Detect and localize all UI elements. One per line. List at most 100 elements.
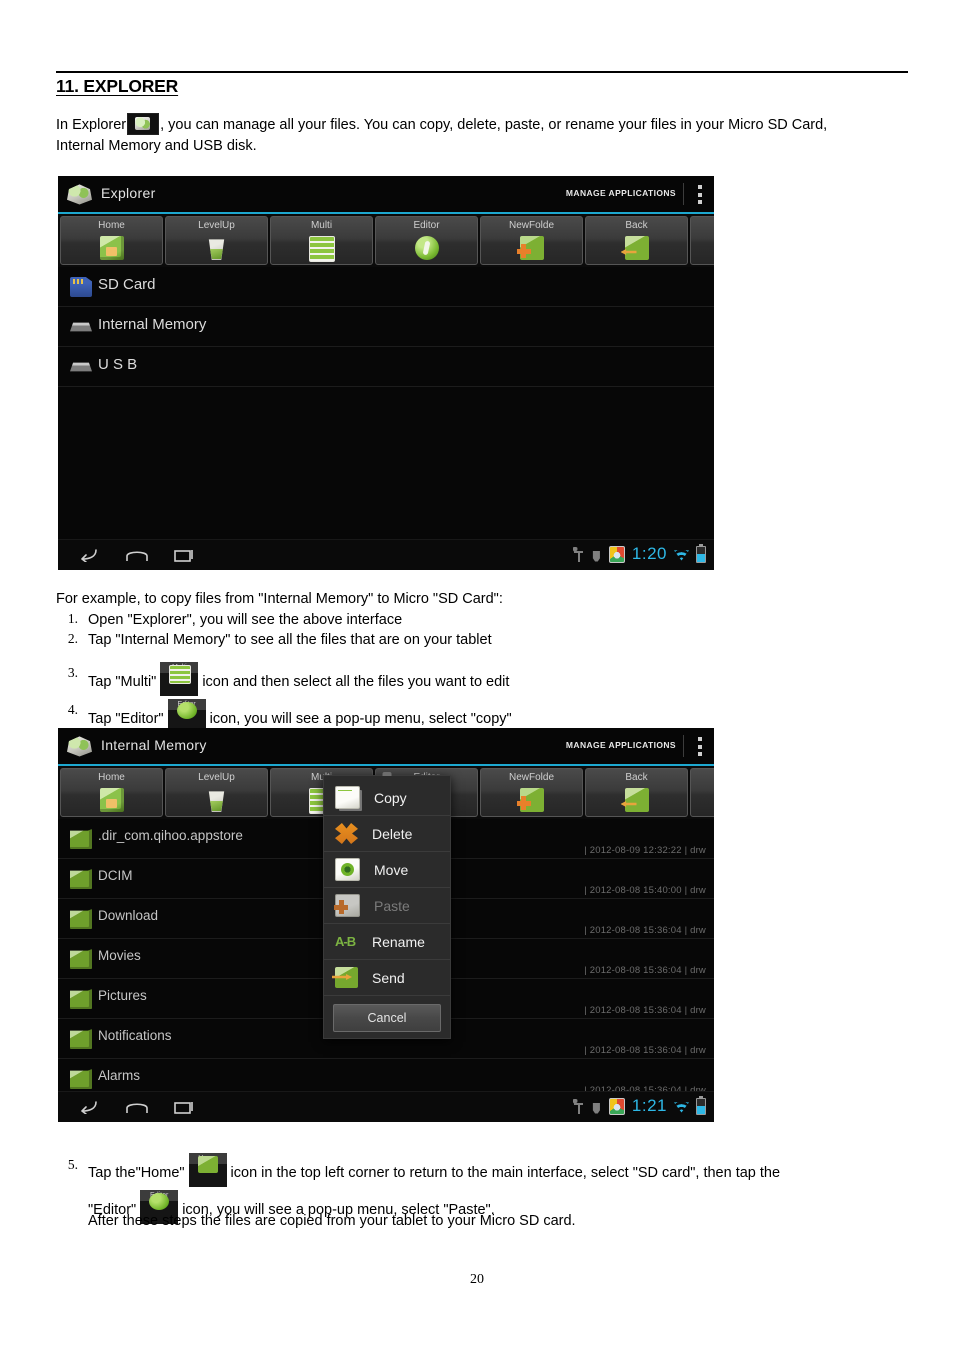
explorer-app-icon bbox=[67, 736, 92, 757]
file-meta: | 2012-08-08 15:36:04 | drw bbox=[584, 965, 706, 976]
new-folder-icon bbox=[516, 788, 544, 812]
folder-icon bbox=[70, 989, 92, 1009]
overflow-menu-icon[interactable] bbox=[698, 737, 702, 756]
toolbar-button-multi[interactable]: Multi bbox=[270, 216, 373, 265]
step-5-final-text: After these steps the files are copied f… bbox=[88, 1213, 576, 1229]
menu-item-move[interactable]: Move bbox=[324, 852, 450, 888]
file-meta: | 2012-08-08 15:36:04 | drw bbox=[584, 1045, 706, 1056]
rename-icon: A-B bbox=[335, 934, 356, 949]
nav-recents-icon[interactable] bbox=[174, 548, 196, 562]
nav-home-icon[interactable] bbox=[126, 1100, 148, 1114]
toolbar-label: LevelUp bbox=[198, 220, 235, 231]
manual-page: 11. EXPLORER In Explorer, you can manage… bbox=[0, 0, 954, 1350]
page-number: 20 bbox=[470, 1272, 484, 1287]
file-name: Alarms bbox=[98, 1068, 141, 1083]
wifi-icon bbox=[674, 1102, 689, 1113]
step-5-mid: icon in the top left corner to return to… bbox=[230, 1165, 781, 1181]
explorer-main-screenshot: Explorer MANAGE APPLICATIONS Home LevelU… bbox=[58, 176, 714, 570]
back-icon bbox=[624, 236, 649, 260]
toolbar-button-editor[interactable]: Editor bbox=[375, 216, 478, 265]
nav-back-icon[interactable] bbox=[78, 1100, 98, 1114]
toolbar-label: Back bbox=[625, 220, 648, 231]
drive-icon bbox=[70, 322, 92, 332]
step-5-number: 5. bbox=[67, 1157, 78, 1172]
header-rule bbox=[56, 71, 908, 73]
toolbar-button-newfolder[interactable]: NewFolde bbox=[480, 768, 583, 817]
toolbar-button-overflow-partial[interactable] bbox=[690, 216, 714, 265]
toolbar-label: NewFolde bbox=[508, 220, 555, 231]
toolbar-button-newfolder[interactable]: NewFolde bbox=[480, 216, 583, 265]
step-3-number: 3. bbox=[67, 665, 78, 680]
explorer-icon bbox=[127, 113, 160, 135]
menu-item-send[interactable]: Send bbox=[324, 960, 450, 996]
toolbar-button-home[interactable]: Home bbox=[60, 768, 163, 817]
folder-icon bbox=[70, 909, 92, 929]
delete-icon bbox=[335, 823, 358, 844]
file-meta: | 2012-08-09 12:32:22 | drw bbox=[584, 845, 706, 856]
back-icon bbox=[624, 788, 649, 812]
adb-icon bbox=[592, 551, 600, 562]
manage-applications-button[interactable]: MANAGE APPLICATIONS bbox=[566, 740, 676, 750]
toolbar-button-home[interactable]: Home bbox=[60, 216, 163, 265]
status-icons: 1:20 bbox=[572, 543, 706, 564]
step-4-post: icon, you will see a pop-up menu, select… bbox=[209, 711, 512, 727]
list-item-usb[interactable]: U S B bbox=[58, 347, 714, 387]
toolbar-button-overflow-partial[interactable] bbox=[690, 768, 714, 817]
usb-icon bbox=[572, 546, 584, 562]
step-5-text: Tap the"Home"Homeicon in the top left co… bbox=[88, 1153, 898, 1187]
menu-item-rename[interactable]: A-B Rename bbox=[324, 924, 450, 960]
step-5-pre: Tap the"Home" bbox=[88, 1165, 185, 1181]
file-name: Notifications bbox=[98, 1028, 172, 1043]
drive-icon bbox=[70, 362, 92, 372]
toolbar-button-levelup[interactable]: LevelUp bbox=[165, 768, 268, 817]
step-4-number: 4. bbox=[67, 702, 78, 717]
editor-icon bbox=[414, 236, 439, 260]
folder-icon bbox=[70, 1069, 92, 1089]
step-3-text: Tap "Multi"Multiicon and then select all… bbox=[88, 662, 509, 696]
toolbar-label: NewFolde bbox=[508, 772, 555, 783]
file-meta: | 2012-08-08 15:36:04 | drw bbox=[584, 925, 706, 936]
step-1-number: 1. bbox=[67, 611, 78, 626]
home-icon: Home bbox=[188, 1153, 227, 1187]
menu-item-paste[interactable]: Paste bbox=[324, 888, 450, 924]
storage-list: SD Card Internal Memory U S B bbox=[58, 267, 714, 540]
step-3-post: icon and then select all the files you w… bbox=[202, 674, 510, 690]
toolbar-label: LevelUp bbox=[198, 772, 235, 783]
list-item-label: Internal Memory bbox=[98, 316, 207, 333]
usb-icon bbox=[572, 1098, 584, 1114]
list-item-sdcard[interactable]: SD Card bbox=[58, 267, 714, 307]
menu-item-label: Delete bbox=[372, 825, 413, 842]
toolbar-label: Editor bbox=[413, 220, 440, 231]
adb-icon bbox=[592, 1103, 600, 1114]
nav-back-icon[interactable] bbox=[78, 548, 98, 562]
menu-item-copy[interactable]: Copy bbox=[324, 780, 450, 816]
header-divider bbox=[683, 735, 684, 757]
levelup-icon bbox=[208, 791, 225, 812]
nav-home-icon[interactable] bbox=[126, 548, 148, 562]
toolbar-button-levelup[interactable]: LevelUp bbox=[165, 216, 268, 265]
nav-recents-icon[interactable] bbox=[174, 1100, 196, 1114]
menu-item-label: Move bbox=[374, 861, 409, 878]
toolbar-button-back[interactable]: Back bbox=[585, 768, 688, 817]
folder-icon bbox=[70, 1029, 92, 1049]
cancel-button[interactable]: Cancel bbox=[333, 1004, 441, 1032]
app-header-bar: Internal Memory MANAGE APPLICATIONS bbox=[58, 728, 714, 766]
multi-select-icon bbox=[308, 236, 335, 262]
folder-icon bbox=[70, 949, 92, 969]
toolbar-button-back[interactable]: Back bbox=[585, 216, 688, 265]
menu-item-delete[interactable]: Delete bbox=[324, 816, 450, 852]
app-title: Internal Memory bbox=[101, 737, 207, 753]
paste-icon bbox=[334, 894, 360, 917]
overflow-menu-icon[interactable] bbox=[698, 185, 702, 204]
levelup-icon bbox=[208, 239, 225, 260]
list-item-internal-memory[interactable]: Internal Memory bbox=[58, 307, 714, 347]
manage-applications-button[interactable]: MANAGE APPLICATIONS bbox=[566, 188, 676, 198]
system-navigation-bar: 1:21 bbox=[58, 1091, 714, 1122]
explorer-app-icon bbox=[67, 184, 92, 205]
wifi-icon bbox=[674, 550, 689, 561]
new-folder-icon bbox=[516, 236, 544, 260]
folder-icon bbox=[70, 829, 92, 849]
example-lead-text: For example, to copy files from "Interna… bbox=[56, 591, 503, 607]
toolbar-label: Back bbox=[625, 772, 648, 783]
status-clock: 1:20 bbox=[631, 544, 667, 563]
